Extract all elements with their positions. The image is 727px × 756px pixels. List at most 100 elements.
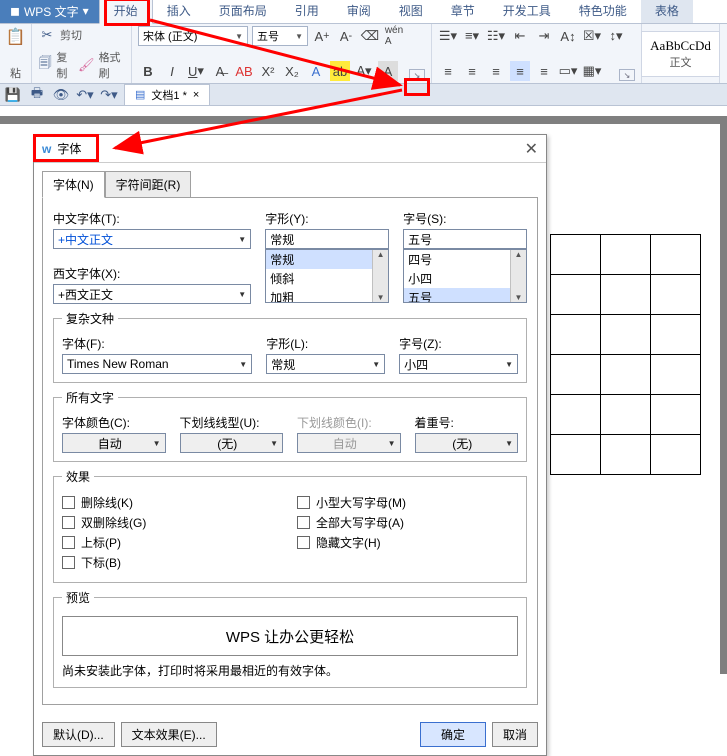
font-size-combo[interactable]: 五号▼	[252, 26, 308, 46]
tab-table[interactable]: 表格	[641, 0, 693, 23]
tab-font[interactable]: 字体(N)	[42, 171, 105, 198]
list-item[interactable]: 常规	[266, 250, 388, 269]
align-center-icon[interactable]: ≡	[462, 61, 482, 81]
underline-combo[interactable]: (无)▼	[180, 433, 284, 453]
cancel-button[interactable]: 取消	[492, 722, 538, 747]
chk-label: 全部大写字母(A)	[316, 514, 404, 531]
italic-icon[interactable]: I	[162, 61, 182, 81]
undo-icon[interactable]: ↶▾	[76, 86, 94, 104]
scrollbar[interactable]: ▲▼	[510, 250, 526, 302]
wps-doc-icon: ▤	[135, 88, 145, 101]
redo-icon[interactable]: ↷▾	[100, 86, 118, 104]
line-spacing-icon[interactable]: ↕▾	[606, 26, 626, 46]
chevron-down-icon: ▾	[83, 4, 89, 18]
bold-icon[interactable]: B	[138, 61, 158, 81]
clear-format-icon[interactable]: ⌫	[360, 26, 380, 46]
ok-button[interactable]: 确定	[420, 722, 486, 747]
chk-dstrike[interactable]: 双删除线(G)	[62, 514, 283, 531]
tab-layout[interactable]: 页面布局	[205, 0, 281, 23]
style-input[interactable]: 常规	[265, 229, 389, 249]
highlight-icon[interactable]: ab	[330, 61, 350, 81]
close-icon[interactable]: ✕	[525, 139, 538, 159]
style-list[interactable]: 常规 倾斜 加粗	[265, 249, 389, 303]
chk-strike[interactable]: 删除线(K)	[62, 494, 283, 511]
align-left-icon[interactable]: ≡	[438, 61, 458, 81]
style-label: 字形(Y):	[265, 210, 389, 227]
en-font-combo[interactable]: +西文正文▼	[53, 284, 251, 304]
strike2-icon[interactable]: AB	[234, 61, 254, 81]
numbering-icon[interactable]: ≡▾	[462, 26, 482, 46]
shading-icon[interactable]: ▭▾	[558, 61, 578, 81]
style-normal[interactable]: AaBbCcDd 正文	[641, 31, 720, 77]
subscript-icon[interactable]: X₂	[282, 61, 302, 81]
font-color-icon[interactable]: A▾	[354, 61, 374, 81]
list-item[interactable]: 小四	[404, 269, 526, 288]
sort-icon[interactable]: A↕	[558, 26, 578, 46]
tab-insert[interactable]: 插入	[153, 0, 205, 23]
format-brush-icon[interactable]: 🖌	[78, 56, 95, 74]
print-icon[interactable]: 🖶	[28, 86, 46, 104]
document-table[interactable]	[550, 234, 701, 475]
list-item[interactable]: 四号	[404, 250, 526, 269]
scrollbar[interactable]: ▲▼	[372, 250, 388, 302]
tab-references[interactable]: 引用	[281, 0, 333, 23]
list-item[interactable]: 倾斜	[266, 269, 388, 288]
multilevel-icon[interactable]: ☷▾	[486, 26, 506, 46]
copy-icon[interactable]: 🗐	[38, 56, 52, 74]
bullets-icon[interactable]: ☰▾	[438, 26, 458, 46]
list-item[interactable]: 加粗	[266, 288, 388, 303]
phonetic-icon[interactable]: wénA	[384, 26, 404, 46]
tab-start[interactable]: 开始	[99, 0, 153, 24]
font-name-value: 宋体 (正文)	[143, 28, 197, 44]
text-effect-icon[interactable]: A	[306, 61, 326, 81]
list-item[interactable]: 五号	[404, 288, 526, 303]
tab-review[interactable]: 审阅	[333, 0, 385, 23]
shrink-font-icon[interactable]: A-	[336, 26, 356, 46]
outdent-icon[interactable]: ⇤	[510, 26, 530, 46]
borders-icon[interactable]: ▦▾	[582, 61, 602, 81]
cn-font-combo[interactable]: +中文正文▼	[53, 229, 251, 249]
close-doc-icon[interactable]: ×	[193, 89, 199, 101]
cx-font-combo[interactable]: Times New Roman▼	[62, 354, 252, 374]
font-dialog-launcher[interactable]: ↘	[409, 69, 425, 81]
para-dialog-launcher[interactable]: ↘	[619, 69, 635, 81]
document-tab[interactable]: ▤ 文档1 * ×	[124, 84, 210, 106]
align-dist-icon[interactable]: ≡	[534, 61, 554, 81]
default-button[interactable]: 默认(D)...	[42, 722, 115, 747]
tab-view[interactable]: 视图	[385, 0, 437, 23]
superscript-icon[interactable]: X²	[258, 61, 278, 81]
tab-dev[interactable]: 开发工具	[489, 0, 565, 23]
indent-icon[interactable]: ⇥	[534, 26, 554, 46]
align-right-icon[interactable]: ≡	[486, 61, 506, 81]
color-value: 自动	[98, 435, 122, 452]
grow-font-icon[interactable]: A+	[312, 26, 332, 46]
cx-style-combo[interactable]: 常规▼	[266, 354, 385, 374]
save-icon[interactable]: 💾	[4, 86, 22, 104]
tab-chapter[interactable]: 章节	[437, 0, 489, 23]
paste-icon[interactable]: 📋	[5, 26, 27, 48]
underline-icon[interactable]: U▾	[186, 61, 206, 81]
cx-size-combo[interactable]: 小四▼	[399, 354, 518, 374]
char-shading-icon[interactable]: A	[378, 61, 398, 81]
tab-feature[interactable]: 特色功能	[565, 0, 641, 23]
size-list[interactable]: 四号 小四 五号	[403, 249, 527, 303]
color-combo[interactable]: 自动▼	[62, 433, 166, 453]
complex-fieldset: 复杂文种 字体(F): Times New Roman▼ 字形(L): 常规▼ …	[53, 310, 527, 383]
chk-smallcaps[interactable]: 小型大写字母(M)	[297, 494, 518, 511]
chk-sub[interactable]: 下标(B)	[62, 554, 283, 571]
tab-char-spacing[interactable]: 字符间距(R)	[105, 171, 192, 198]
size-input[interactable]: 五号	[403, 229, 527, 249]
strike-icon[interactable]: A̶	[210, 61, 230, 81]
chk-allcaps[interactable]: 全部大写字母(A)	[297, 514, 518, 531]
preview-icon[interactable]: 👁	[52, 86, 70, 104]
char-scale-icon[interactable]: ☒▾	[582, 26, 602, 46]
emphasis-combo[interactable]: (无)▼	[415, 433, 519, 453]
chk-hidden[interactable]: 隐藏文字(H)	[297, 534, 518, 551]
font-name-combo[interactable]: 宋体 (正文)▼	[138, 26, 248, 46]
app-name[interactable]: ◼ WPS 文字 ▾	[0, 0, 99, 23]
chk-sup[interactable]: 上标(P)	[62, 534, 283, 551]
text-effect-button[interactable]: 文本效果(E)...	[121, 722, 217, 747]
ul-label: 下划线线型(U):	[180, 414, 284, 431]
align-justify-icon[interactable]: ≡	[510, 61, 530, 81]
cut-icon[interactable]: ✂	[38, 26, 56, 44]
